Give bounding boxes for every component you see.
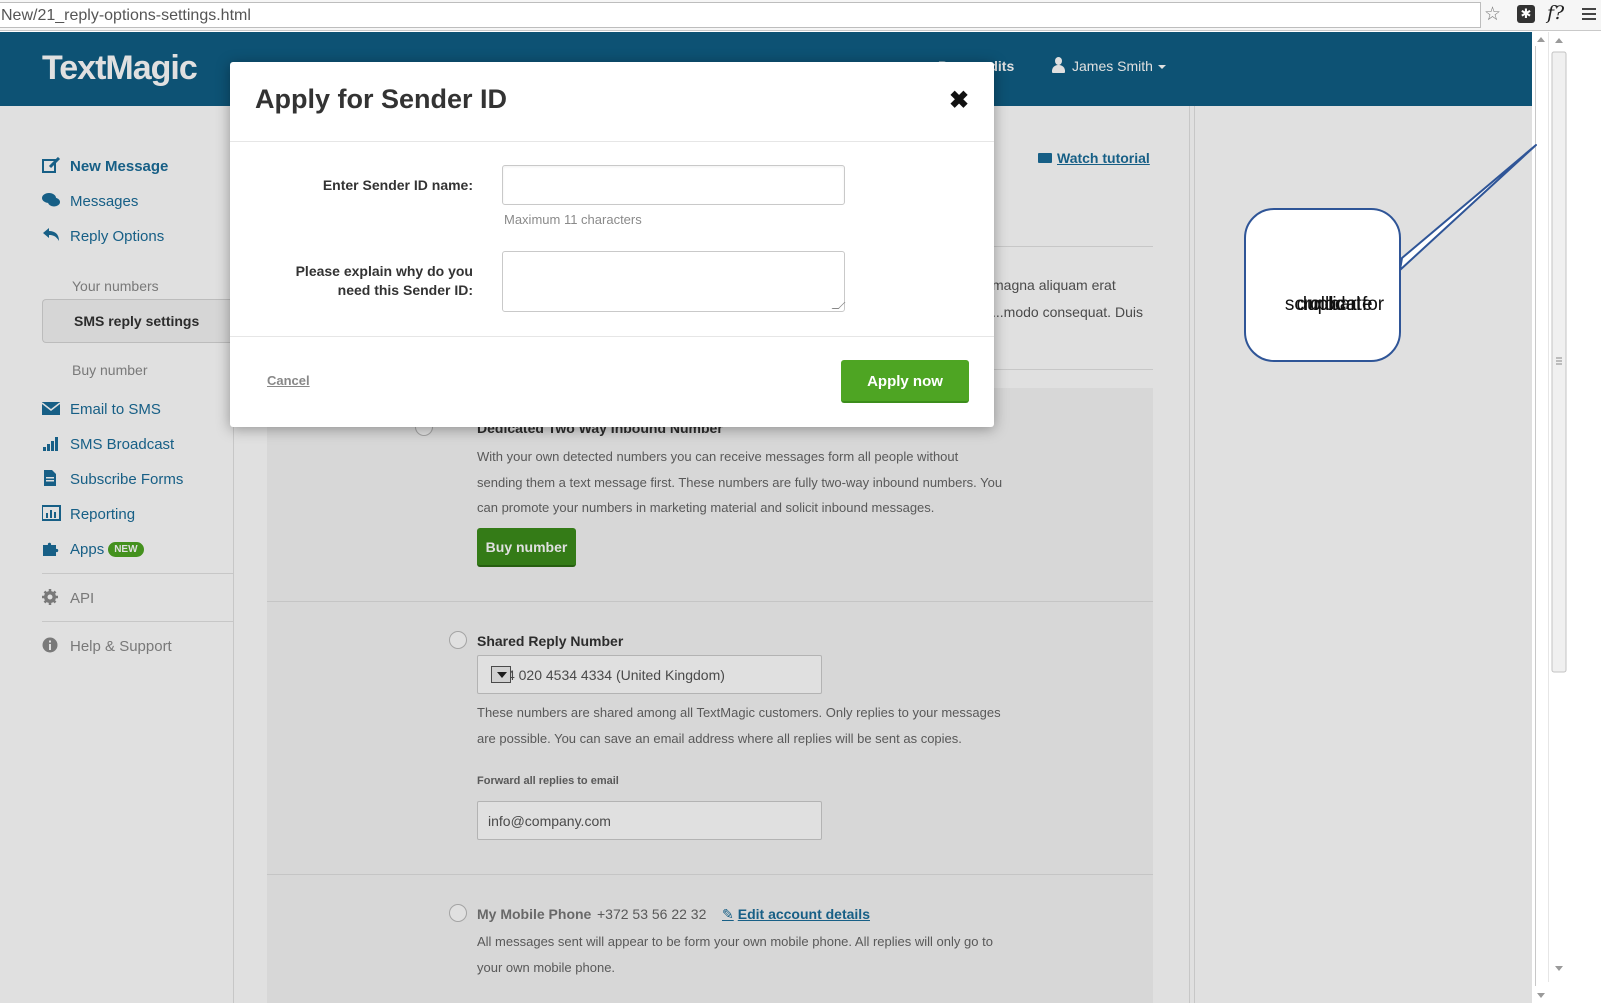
bookmark-star-icon[interactable]: ☆: [1484, 3, 1501, 26]
apply-sender-id-modal: Apply for Sender ID ✖ Enter Sender ID na…: [230, 62, 994, 427]
page-scrollbar[interactable]: [1548, 32, 1568, 982]
sender-id-label: Enter Sender ID name:: [322, 177, 473, 193]
annotation-text: duplicate scrollbar for modal: [1256, 252, 1393, 315]
reason-label-line2: need this Sender ID:: [337, 282, 473, 298]
cancel-link[interactable]: Cancel: [267, 373, 310, 388]
browser-menu-icon[interactable]: [1582, 8, 1596, 20]
close-icon[interactable]: ✖: [949, 86, 969, 115]
page-scrollbar-graphic: [1551, 38, 1567, 971]
modal-divider: [230, 336, 994, 337]
url-text: New/21_reply-options-settings.html: [1, 7, 251, 24]
scroll-down-icon[interactable]: [1537, 993, 1545, 998]
annotation-callout: duplicate scrollbar for modal: [1244, 208, 1401, 362]
sender-id-hint: Maximum 11 characters: [504, 212, 642, 227]
reason-textarea[interactable]: [502, 251, 845, 312]
apply-now-button[interactable]: Apply now: [841, 360, 969, 403]
formula-extension-icon[interactable]: f?: [1547, 2, 1564, 24]
reason-label-line1: Please explain why do you: [295, 263, 473, 279]
browser-toolbar: New/21_reply-options-settings.html ☆ ✱ f…: [0, 0, 1601, 31]
sender-id-input[interactable]: [502, 165, 845, 205]
annotation-line3: modal: [1308, 294, 1361, 315]
modal-title: Apply for Sender ID: [255, 84, 508, 114]
app-page: TextMagic Buy credits James Smith New Me…: [0, 32, 1563, 1003]
callout-pointer: [1399, 144, 1537, 271]
extension-icon[interactable]: ✱: [1517, 5, 1535, 23]
scroll-up-icon[interactable]: [1537, 37, 1545, 42]
address-bar[interactable]: New/21_reply-options-settings.html: [0, 2, 1481, 28]
modal-divider: [230, 141, 994, 142]
